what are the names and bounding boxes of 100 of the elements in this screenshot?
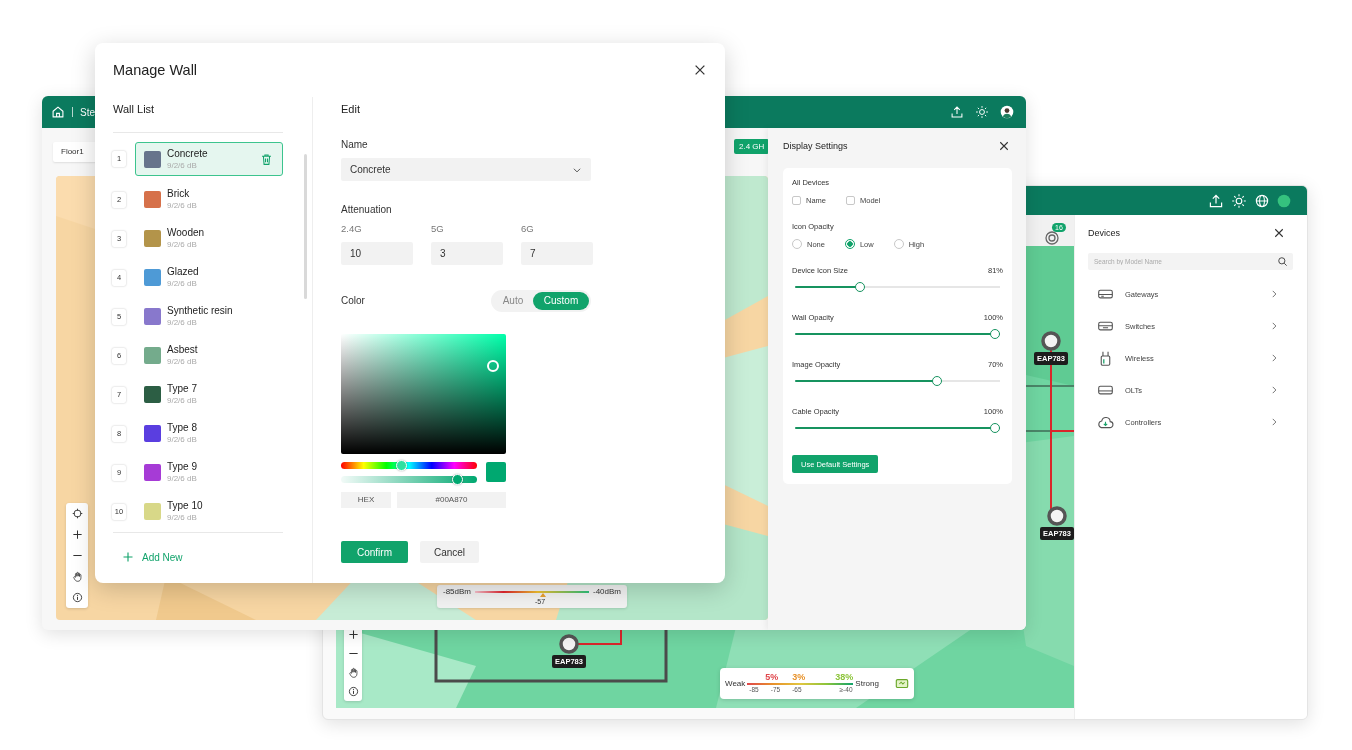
close-icon[interactable] bbox=[998, 140, 1010, 152]
format-selector[interactable]: HEX bbox=[341, 492, 391, 508]
panel-title: Display Settings bbox=[783, 141, 848, 151]
hex-field[interactable]: #00A870 bbox=[397, 492, 506, 508]
sun-icon[interactable] bbox=[1231, 192, 1247, 209]
breadcrumb[interactable]: Ste bbox=[80, 106, 95, 118]
upload-icon[interactable] bbox=[1208, 192, 1224, 209]
wall-attenuation: 9/2/6 dB bbox=[167, 200, 197, 212]
upload-icon[interactable] bbox=[950, 105, 964, 119]
wall-item[interactable]: Concrete 9/2/6 dB bbox=[135, 142, 283, 176]
cancel-button[interactable]: Cancel bbox=[420, 541, 479, 563]
access-point-icon[interactable] bbox=[559, 634, 579, 654]
wall-name: Glazed bbox=[167, 265, 199, 278]
wall-item[interactable]: Synthetic resin 9/2/6 dB bbox=[135, 299, 283, 334]
target-icon[interactable] bbox=[1044, 230, 1060, 246]
wall-attenuation: 9/2/6 dB bbox=[167, 395, 198, 407]
avatar-icon[interactable] bbox=[1000, 105, 1014, 119]
access-point-icon[interactable] bbox=[1041, 331, 1061, 351]
wall-name: Wooden bbox=[167, 226, 205, 239]
wall-attenuation: 9/2/6 dB bbox=[167, 239, 198, 251]
wall-name: Asbest bbox=[167, 343, 198, 356]
plus-icon bbox=[122, 551, 134, 563]
wall-item[interactable]: Glazed 9/2/6 dB bbox=[135, 260, 283, 295]
field-label: Color bbox=[341, 294, 365, 308]
color-field[interactable] bbox=[341, 334, 506, 454]
wall-item[interactable]: Wooden 9/2/6 dB bbox=[135, 221, 283, 256]
hue-slider[interactable] bbox=[341, 462, 477, 469]
wall-attenuation: 9/2/6 dB bbox=[167, 512, 198, 524]
wall-attenuation: 9/2/6 dB bbox=[167, 434, 198, 446]
checkbox[interactable] bbox=[846, 195, 855, 205]
wall-name: Type 10 bbox=[167, 499, 203, 512]
wall-name: Concrete bbox=[167, 146, 208, 160]
hand-icon[interactable] bbox=[347, 667, 359, 678]
zoom-in-icon[interactable] bbox=[71, 529, 83, 540]
wall-name: Brick bbox=[167, 187, 191, 200]
access-point-icon[interactable] bbox=[1047, 506, 1067, 526]
checkbox[interactable] bbox=[792, 195, 801, 205]
field-label: 2.4G bbox=[341, 222, 363, 236]
slider-thumb[interactable] bbox=[990, 423, 1000, 433]
field-label: 5G bbox=[431, 222, 445, 236]
share-label: 5% bbox=[765, 673, 779, 682]
wall-attenuation: 9/2/6 dB bbox=[167, 278, 198, 290]
legend-label: Strong bbox=[855, 679, 879, 688]
info-icon[interactable] bbox=[347, 686, 359, 697]
share-label: 38% bbox=[835, 673, 854, 682]
slider-thumb[interactable] bbox=[931, 376, 942, 386]
dialog-title: Manage Wall bbox=[113, 62, 198, 78]
close-icon[interactable] bbox=[693, 63, 707, 77]
field-label: Attenuation bbox=[341, 203, 393, 217]
zoom-in-icon[interactable] bbox=[347, 629, 359, 640]
wall-attenuation: 9/2/6 dB bbox=[167, 473, 198, 485]
chevron-right-icon bbox=[1269, 353, 1279, 363]
alpha-slider[interactable] bbox=[341, 476, 477, 483]
attenuation-field[interactable]: 10 bbox=[341, 242, 413, 265]
trash-icon[interactable] bbox=[260, 152, 273, 166]
scrollbar[interactable] bbox=[304, 154, 307, 299]
legend-label: Weak bbox=[725, 679, 746, 688]
wall-attenuation: 9/2/6 dB bbox=[167, 356, 198, 368]
wall-attenuation: 9/2/6 dB bbox=[167, 317, 198, 329]
section-title: Edit bbox=[341, 102, 361, 117]
screen-icon[interactable] bbox=[894, 676, 909, 691]
wall-name: Type 9 bbox=[167, 460, 198, 473]
wall-item[interactable]: Type 10 9/2/6 dB bbox=[135, 494, 283, 529]
legend-label: -85dBm bbox=[443, 587, 471, 597]
wall-name: Type 8 bbox=[167, 421, 198, 434]
panel-title: Devices bbox=[1088, 228, 1120, 238]
wall-item[interactable]: Type 7 9/2/6 dB bbox=[135, 377, 283, 412]
radio-button[interactable] bbox=[844, 239, 855, 249]
color-thumb[interactable] bbox=[486, 359, 499, 372]
wall-item[interactable]: Brick 9/2/6 dB bbox=[135, 182, 283, 217]
info-icon[interactable] bbox=[71, 592, 83, 603]
slider-thumb[interactable] bbox=[990, 329, 1000, 339]
name-dropdown[interactable]: Concrete bbox=[341, 158, 591, 181]
hand-icon[interactable] bbox=[71, 571, 83, 582]
globe-icon[interactable] bbox=[1254, 192, 1270, 209]
chevron-right-icon bbox=[1269, 417, 1279, 427]
attenuation-field[interactable]: 3 bbox=[431, 242, 503, 265]
close-icon[interactable] bbox=[1273, 227, 1285, 239]
chevron-right-icon bbox=[1269, 289, 1279, 299]
share-label: 3% bbox=[792, 673, 806, 682]
slider-thumb[interactable] bbox=[855, 282, 866, 292]
legend-label: -40dBm bbox=[593, 587, 621, 597]
wall-attenuation: 9/2/6 dB bbox=[167, 159, 198, 172]
wall-name: Type 7 bbox=[167, 382, 198, 395]
search-icon[interactable] bbox=[1277, 256, 1288, 267]
chevron-right-icon bbox=[1269, 385, 1279, 395]
radio-button[interactable] bbox=[792, 239, 802, 249]
field-label: Name bbox=[341, 138, 369, 152]
field-label: 6G bbox=[521, 222, 535, 236]
wall-item[interactable]: Asbest 9/2/6 dB bbox=[135, 338, 283, 373]
wall-item[interactable]: Type 9 9/2/6 dB bbox=[135, 455, 283, 490]
attenuation-field[interactable]: 7 bbox=[521, 242, 593, 265]
wall-name: Synthetic resin bbox=[167, 304, 233, 317]
home-icon[interactable] bbox=[51, 105, 65, 119]
locate-icon[interactable] bbox=[71, 508, 83, 519]
radio-button[interactable] bbox=[893, 239, 904, 249]
wall-item[interactable]: Type 8 9/2/6 dB bbox=[135, 416, 283, 451]
chevron-right-icon bbox=[1269, 321, 1279, 331]
section-title: Wall List bbox=[113, 102, 156, 117]
sun-icon[interactable] bbox=[975, 105, 989, 119]
